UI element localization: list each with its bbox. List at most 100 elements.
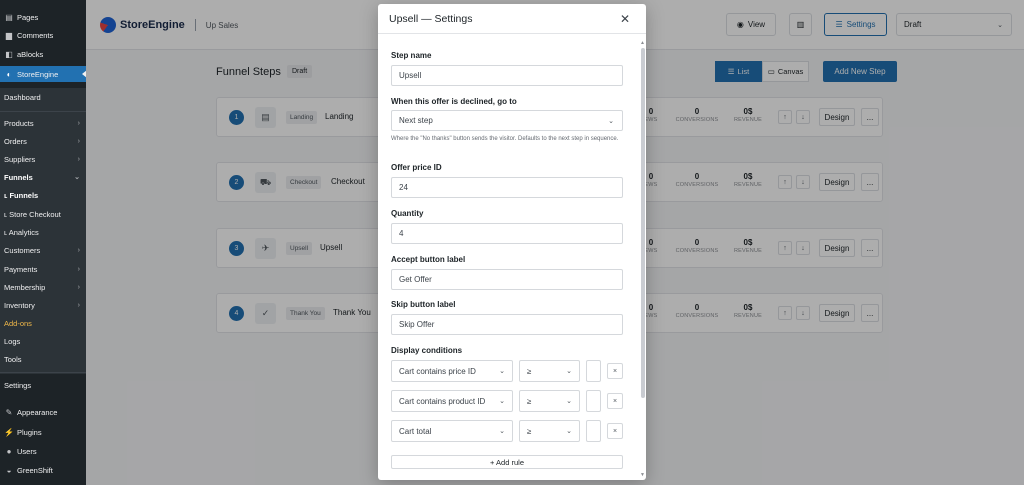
menu-funnels-label: Funnels — [4, 172, 33, 182]
declined-target-help: Where the "No thanks" button sends the v… — [391, 136, 619, 142]
menu-tools[interactable]: Tools — [0, 353, 86, 365]
menu-ablocks[interactable]: ◧ aBlocks — [0, 47, 86, 61]
display-conditions-label: Display conditions — [391, 346, 463, 355]
skip-button-label-value: Skip Offer — [399, 320, 435, 329]
menu-dashboard-label: Dashboard — [4, 92, 41, 102]
rule-operator-select[interactable]: ≥ ⌄ — [519, 360, 580, 382]
menu-payments[interactable]: Payments › — [0, 263, 86, 275]
offer-price-input[interactable]: 24 — [391, 177, 623, 198]
menu-products[interactable]: Products › — [0, 117, 86, 129]
step-name-input[interactable]: Upsell — [391, 65, 623, 86]
remove-rule-icon[interactable]: × — [607, 423, 623, 439]
scroll-down-icon[interactable]: ▼ — [640, 472, 645, 478]
declined-target-select[interactable]: Next step ⌄ — [391, 110, 623, 131]
close-icon[interactable]: ✕ — [620, 12, 630, 26]
accept-button-label-value: Get Offer — [399, 275, 432, 284]
menu-pages-label: Pages — [17, 12, 39, 22]
users-icon: ● — [6, 446, 12, 456]
menu-sub-analytics-label: ʟ Analytics — [4, 227, 39, 237]
quantity-label: Quantity — [391, 209, 424, 218]
rule-field-select[interactable]: Cart contains product ID ⌄ — [391, 390, 513, 412]
chevron-down-icon: ⌄ — [499, 428, 505, 435]
menu-customers[interactable]: Customers › — [0, 244, 86, 256]
chevron-down-icon: ⌄ — [566, 368, 572, 375]
ablocks-icon: ◧ — [5, 49, 13, 59]
menu-inventory-label: Inventory — [4, 300, 35, 310]
accept-button-label-input[interactable]: Get Offer — [391, 269, 623, 290]
comments-icon: ▆ — [5, 30, 13, 40]
plugin-icon: ⚡ — [4, 427, 14, 437]
wp-admin-sidebar: ▤ Pages ▆ Comments ◧ aBlocks ◐ StoreEngine D… — [0, 0, 87, 485]
scroll-up-icon[interactable]: ▲ — [640, 40, 645, 46]
menu-addons[interactable]: Add-ons — [0, 317, 86, 329]
menu-plugins-label: Plugins — [17, 427, 42, 437]
offer-price-label: Offer price ID — [391, 163, 442, 172]
menu-settings[interactable]: Settings — [0, 379, 86, 391]
menu-suppliers-label: Suppliers — [4, 154, 36, 164]
modal-title: Upsell — Settings — [389, 13, 473, 25]
menu-divider — [0, 111, 86, 112]
pages-icon: ▤ — [5, 12, 13, 22]
chevron-right-icon: › — [77, 155, 80, 163]
chevron-down-icon: ⌄ — [74, 174, 80, 181]
step-name-label: Step name — [391, 51, 432, 60]
rule-value-input[interactable] — [586, 390, 601, 412]
rule-operator-value: ≥ — [527, 426, 532, 436]
menu-dashboard[interactable]: Dashboard — [0, 91, 86, 103]
menu-orders[interactable]: Orders › — [0, 135, 86, 147]
chevron-down-icon: ⌄ — [566, 398, 572, 405]
rule-field-select[interactable]: Cart total ⌄ — [391, 420, 513, 442]
menu-comments[interactable]: ▆ Comments — [0, 28, 86, 42]
menu-storeengine[interactable]: ◐ StoreEngine — [0, 66, 87, 82]
menu-sub-funnels[interactable]: ʟ Funnels — [0, 189, 86, 201]
chevron-down-icon: ⌄ — [499, 368, 505, 375]
rule-operator-select[interactable]: ≥ ⌄ — [519, 420, 580, 442]
modal-header: Upsell — Settings ✕ — [378, 4, 646, 34]
declined-target-value: Next step — [399, 116, 433, 125]
rule-field-value: Cart contains product ID — [399, 396, 486, 406]
menu-comments-label: Comments — [17, 30, 54, 40]
remove-rule-icon[interactable]: × — [607, 393, 623, 409]
menu-sub-analytics[interactable]: ʟ Analytics — [0, 226, 86, 238]
skip-button-label-label: Skip button label — [391, 300, 456, 309]
menu-logs[interactable]: Logs — [0, 335, 86, 347]
menu-greenshift[interactable]: ◒ GreenShift — [0, 463, 86, 477]
step-name-value: Upsell — [399, 71, 422, 80]
rule-field-select[interactable]: Cart contains price ID ⌄ — [391, 360, 513, 382]
rule-value-input[interactable] — [586, 420, 601, 442]
menu-settings-label: Settings — [4, 380, 32, 390]
menu-orders-label: Orders — [4, 136, 27, 146]
menu-membership[interactable]: Membership › — [0, 281, 86, 293]
chevron-right-icon: › — [77, 301, 80, 309]
rule-operator-select[interactable]: ≥ ⌄ — [519, 390, 580, 412]
menu-addons-label: Add-ons — [4, 318, 32, 328]
modal-scrollbar[interactable]: ▲ ▼ — [640, 40, 645, 478]
menu-sub-store-checkout[interactable]: ʟ Store Checkout — [0, 208, 86, 220]
step-settings-modal: Upsell — Settings ✕ Step name Upsell Whe… — [378, 4, 646, 480]
menu-appearance-label: Appearance — [17, 407, 58, 417]
menu-funnels[interactable]: Funnels ⌄ — [0, 171, 86, 183]
menu-ablocks-label: aBlocks — [17, 49, 44, 59]
menu-greenshift-label: GreenShift — [17, 465, 53, 475]
menu-suppliers[interactable]: Suppliers › — [0, 153, 86, 165]
menu-tools-label: Tools — [4, 354, 22, 364]
chevron-right-icon: › — [77, 119, 80, 127]
skip-button-label-input[interactable]: Skip Offer — [391, 314, 623, 335]
rule-operator-value: ≥ — [527, 396, 532, 406]
menu-inventory[interactable]: Inventory › — [0, 299, 86, 311]
rule-value-input[interactable] — [586, 360, 601, 382]
menu-products-label: Products — [4, 118, 34, 128]
remove-rule-icon[interactable]: × — [607, 363, 623, 379]
menu-appearance[interactable]: ✎ Appearance — [0, 405, 86, 419]
menu-sub-store-checkout-label: ʟ Store Checkout — [4, 209, 61, 219]
add-rule-button[interactable]: + Add rule — [391, 455, 623, 469]
scrollbar-thumb[interactable] — [641, 48, 645, 398]
quantity-input[interactable]: 4 — [391, 223, 623, 244]
rule-field-value: Cart total — [399, 426, 432, 436]
paintbrush-icon: ✎ — [5, 407, 13, 417]
chevron-right-icon: › — [77, 265, 80, 273]
menu-plugins[interactable]: ⚡ Plugins — [0, 425, 86, 439]
menu-pages[interactable]: ▤ Pages — [0, 10, 86, 24]
menu-users[interactable]: ● Users — [0, 444, 86, 458]
menu-divider — [0, 372, 86, 373]
